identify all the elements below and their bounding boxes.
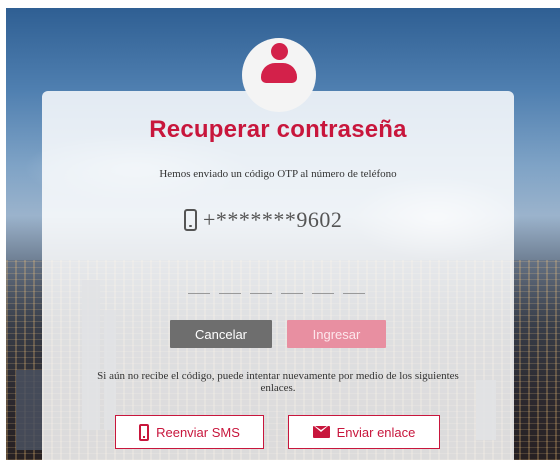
otp-digit-5[interactable] <box>312 289 334 294</box>
otp-digit-1[interactable] <box>188 289 210 294</box>
otp-digit-3[interactable] <box>250 289 272 294</box>
resend-sms-button[interactable]: Reenviar SMS <box>115 415 264 449</box>
otp-digit-6[interactable] <box>343 289 365 294</box>
otp-digit-4[interactable] <box>281 289 303 294</box>
resend-sms-label: Reenviar SMS <box>156 424 240 440</box>
otp-message: Hemos enviado un código OTP al número de… <box>159 168 397 180</box>
otp-digit-2[interactable] <box>219 289 241 294</box>
user-icon-body <box>261 63 297 83</box>
cancel-button[interactable]: Cancelar <box>170 320 272 348</box>
submit-button[interactable]: Ingresar <box>287 320 386 348</box>
page-title: Recuperar contraseña <box>149 116 407 143</box>
recovery-card <box>42 91 514 460</box>
mobile-phone-icon <box>139 423 150 441</box>
envelope-icon <box>312 426 330 438</box>
otp-input-group <box>188 289 365 294</box>
send-link-label: Enviar enlace <box>336 424 416 440</box>
mobile-phone-icon <box>184 209 197 231</box>
phone-row: +*******9602 <box>184 203 342 237</box>
masked-phone-number: +*******9602 <box>203 207 343 232</box>
user-icon <box>271 43 288 60</box>
help-text: Si aún no recibe el código, puede intent… <box>97 370 459 394</box>
send-link-button[interactable]: Enviar enlace <box>288 415 440 449</box>
